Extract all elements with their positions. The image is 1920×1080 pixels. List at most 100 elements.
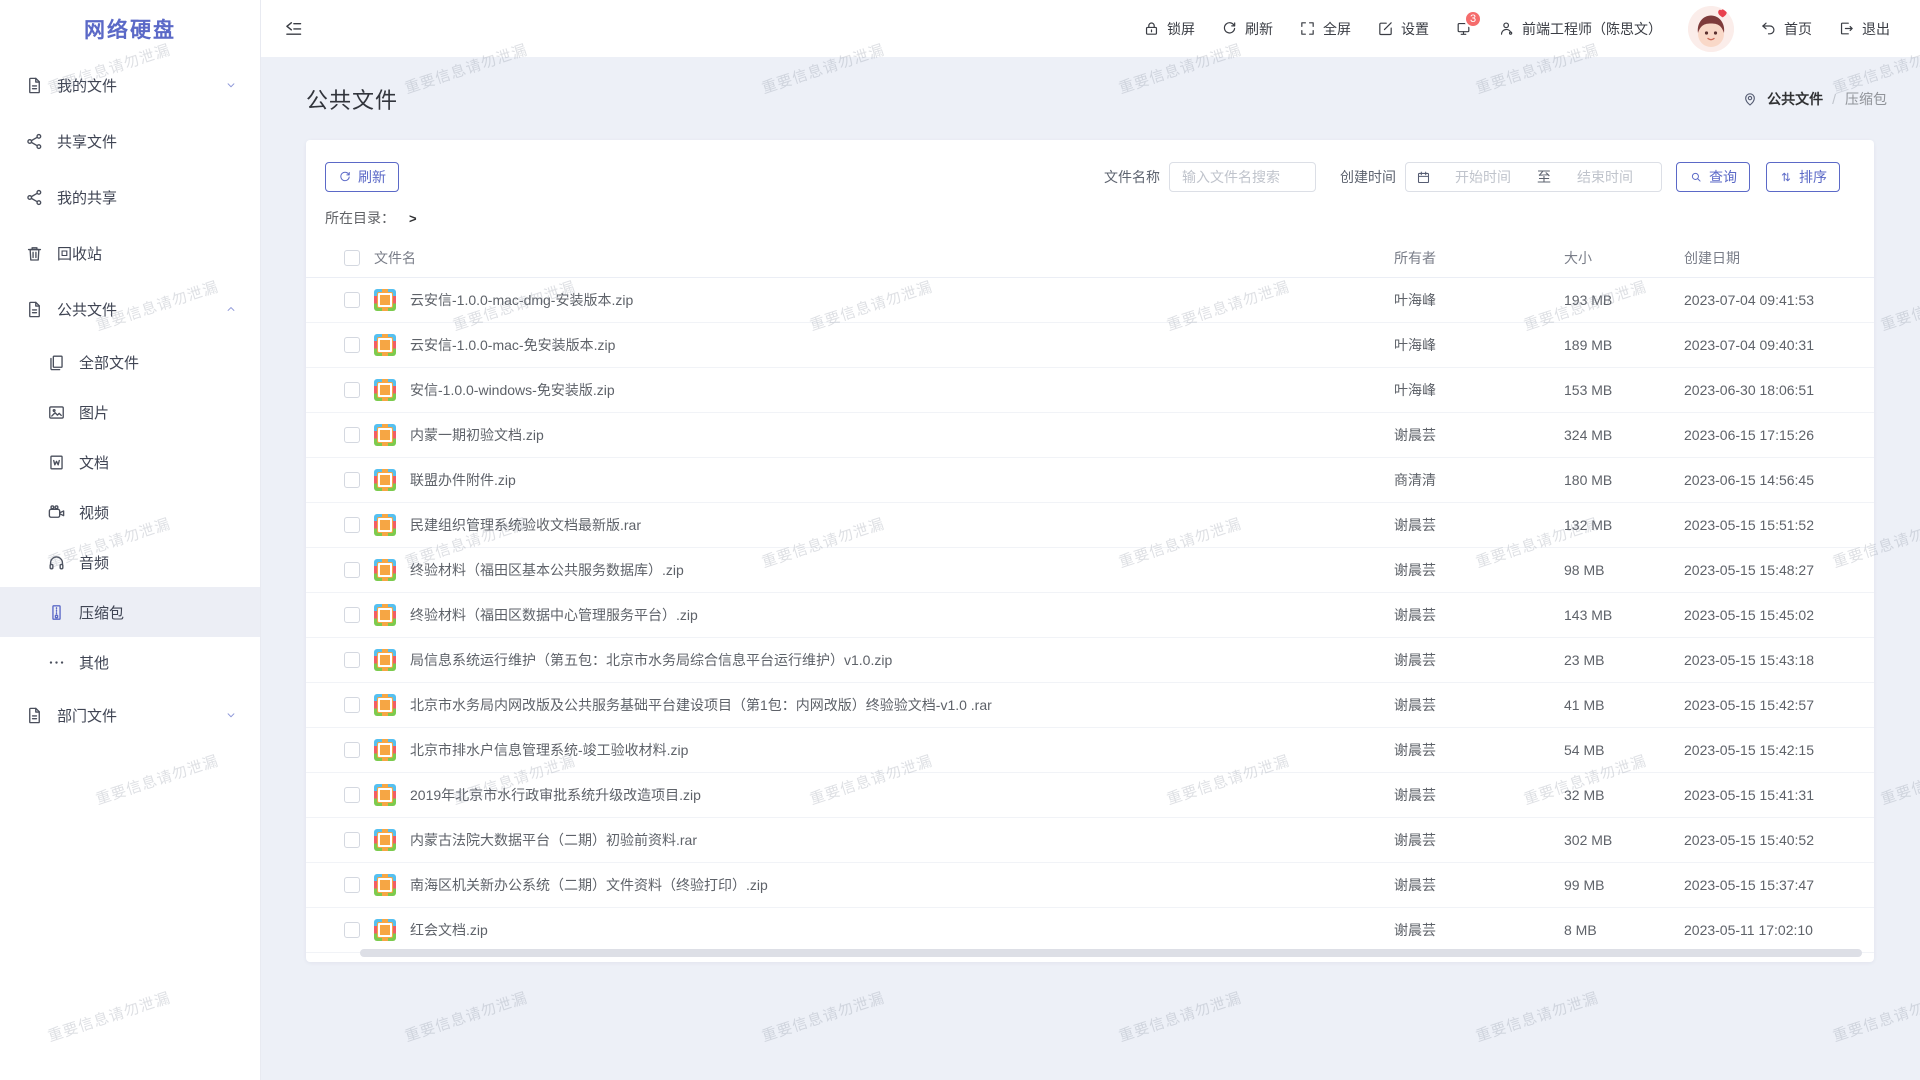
row-checkbox[interactable] — [344, 742, 360, 758]
file-created-date: 2023-06-30 18:06:51 — [1684, 382, 1834, 398]
sidebar-item-others[interactable]: 其他 — [0, 637, 260, 687]
table-row[interactable]: 红会文档.zip谢晨芸8 MB2023-05-11 17:02:10 — [306, 908, 1874, 953]
sort-button[interactable]: 排序 — [1766, 162, 1840, 192]
sidebar-item-label: 我的文件 — [57, 75, 224, 96]
logout-label: 退出 — [1862, 19, 1890, 39]
row-checkbox[interactable] — [344, 877, 360, 893]
file-name[interactable]: 云安信-1.0.0-mac-免安装版本.zip — [410, 335, 1394, 355]
sidebar-collapse-icon[interactable] — [283, 18, 304, 39]
table-row[interactable]: 云安信-1.0.0-mac-免安装版本.zip叶海峰189 MB2023-07-… — [306, 323, 1874, 368]
sidebar-item-my-shares[interactable]: 我的共享 — [0, 169, 260, 225]
sidebar-item-audio[interactable]: 音频 — [0, 537, 260, 587]
table-row[interactable]: 云安信-1.0.0-mac-dmg-安装版本.zip叶海峰193 MB2023-… — [306, 278, 1874, 323]
file-name[interactable]: 终验材料（福田区基本公共服务数据库）.zip — [410, 560, 1394, 580]
sidebar-item-label: 公共文件 — [57, 299, 224, 320]
avatar[interactable] — [1688, 6, 1734, 52]
settings-button[interactable]: 设置 — [1377, 19, 1429, 39]
row-checkbox[interactable] — [344, 607, 360, 623]
row-checkbox[interactable] — [344, 922, 360, 938]
sidebar-item-label: 全部文件 — [79, 352, 238, 373]
sidebar-item-all-files[interactable]: 全部文件 — [0, 337, 260, 387]
row-checkbox[interactable] — [344, 562, 360, 578]
end-date-placeholder[interactable]: 结束时间 — [1559, 167, 1651, 187]
headphones-icon — [47, 553, 66, 572]
fullscreen-icon — [1299, 20, 1316, 37]
file-name[interactable]: 南海区机关新办公系统（二期）文件资料（终验打印）.zip — [410, 875, 1394, 895]
file-name[interactable]: 北京市排水户信息管理系统-竣工验收材料.zip — [410, 740, 1394, 760]
query-button[interactable]: 查询 — [1676, 162, 1750, 192]
table-row[interactable]: 安信-1.0.0-windows-免安装版.zip叶海峰153 MB2023-0… — [306, 368, 1874, 413]
row-checkbox[interactable] — [344, 517, 360, 533]
table-row[interactable]: 南海区机关新办公系统（二期）文件资料（终验打印）.zip谢晨芸99 MB2023… — [306, 863, 1874, 908]
file-owner: 叶海峰 — [1394, 335, 1564, 355]
row-checkbox[interactable] — [344, 832, 360, 848]
sidebar-item-department-files[interactable]: 部门文件 — [0, 687, 260, 743]
table-row[interactable]: 北京市排水户信息管理系统-竣工验收材料.zip谢晨芸54 MB2023-05-1… — [306, 728, 1874, 773]
sidebar-item-public-files[interactable]: 公共文件 — [0, 281, 260, 337]
select-all-checkbox[interactable] — [344, 250, 360, 266]
user-menu[interactable]: 前端工程师（陈思文） — [1498, 19, 1662, 39]
sidebar-item-my-files[interactable]: 我的文件 — [0, 57, 260, 113]
row-checkbox[interactable] — [344, 652, 360, 668]
sidebar-item-documents[interactable]: 文档 — [0, 437, 260, 487]
file-size: 153 MB — [1564, 382, 1684, 398]
table-row[interactable]: 局信息系统运行维护（第五包：北京市水务局综合信息平台运行维护）v1.0.zip谢… — [306, 638, 1874, 683]
trash-icon — [25, 244, 44, 263]
table-row[interactable]: 联盟办件附件.zip商清清180 MB2023-06-15 14:56:45 — [306, 458, 1874, 503]
table-row[interactable]: 终验材料（福田区基本公共服务数据库）.zip谢晨芸98 MB2023-05-15… — [306, 548, 1874, 593]
file-name[interactable]: 联盟办件附件.zip — [410, 470, 1394, 490]
row-checkbox[interactable] — [344, 382, 360, 398]
table-row[interactable]: 内蒙古法院大数据平台（二期）初验前资料.rar谢晨芸302 MB2023-05-… — [306, 818, 1874, 863]
file-size: 99 MB — [1564, 877, 1684, 893]
start-date-placeholder[interactable]: 开始时间 — [1437, 167, 1529, 187]
edit-square-icon — [1377, 20, 1394, 37]
row-checkbox[interactable] — [344, 292, 360, 308]
sidebar-item-shared-files[interactable]: 共享文件 — [0, 113, 260, 169]
row-checkbox[interactable] — [344, 472, 360, 488]
refresh-page-button[interactable]: 刷新 — [1221, 19, 1273, 39]
table-header: 文件名 所有者 大小 创建日期 — [306, 238, 1874, 278]
filename-search-input[interactable] — [1169, 162, 1316, 192]
table-row[interactable]: 2019年北京市水行政审批系统升级改造项目.zip谢晨芸32 MB2023-05… — [306, 773, 1874, 818]
file-name[interactable]: 内蒙一期初验文档.zip — [410, 425, 1394, 445]
row-checkbox[interactable] — [344, 337, 360, 353]
lock-screen-button[interactable]: 锁屏 — [1143, 19, 1195, 39]
file-owner: 谢晨芸 — [1394, 875, 1564, 895]
table-row[interactable]: 内蒙一期初验文档.zip谢晨芸324 MB2023-06-15 17:15:26 — [306, 413, 1874, 458]
sidebar-item-videos[interactable]: 视频 — [0, 487, 260, 537]
breadcrumb-root[interactable]: 公共文件 — [1767, 89, 1823, 109]
table-row[interactable]: 终验材料（福田区数据中心管理服务平台）.zip谢晨芸143 MB2023-05-… — [306, 593, 1874, 638]
row-checkbox[interactable] — [344, 787, 360, 803]
file-name[interactable]: 云安信-1.0.0-mac-dmg-安装版本.zip — [410, 290, 1394, 310]
image-icon — [47, 403, 66, 422]
home-button[interactable]: 首页 — [1760, 19, 1812, 39]
archive-file-icon — [374, 829, 396, 851]
sidebar-item-recycle-bin[interactable]: 回收站 — [0, 225, 260, 281]
row-checkbox[interactable] — [344, 427, 360, 443]
breadcrumb-separator: / — [1832, 91, 1836, 107]
file-name[interactable]: 2019年北京市水行政审批系统升级改造项目.zip — [410, 785, 1394, 805]
sidebar-item-archives[interactable]: 压缩包 — [0, 587, 260, 637]
logout-button[interactable]: 退出 — [1838, 19, 1890, 39]
file-name[interactable]: 内蒙古法院大数据平台（二期）初验前资料.rar — [410, 830, 1394, 850]
table-row[interactable]: 民建组织管理系统验收文档最新版.rar谢晨芸132 MB2023-05-15 1… — [306, 503, 1874, 548]
table-row[interactable]: 北京市水务局内网改版及公共服务基础平台建设项目（第1包：内网改版）终验验文档-v… — [306, 683, 1874, 728]
lock-screen-label: 锁屏 — [1167, 19, 1195, 39]
sidebar-item-images[interactable]: 图片 — [0, 387, 260, 437]
fullscreen-button[interactable]: 全屏 — [1299, 19, 1351, 39]
horizontal-scrollbar[interactable] — [360, 949, 1862, 957]
date-range-picker[interactable]: 开始时间 至 结束时间 — [1405, 162, 1662, 192]
file-name[interactable]: 民建组织管理系统验收文档最新版.rar — [410, 515, 1394, 535]
notifications-button[interactable]: 3 — [1455, 20, 1472, 37]
refresh-list-button[interactable]: 刷新 — [325, 162, 399, 192]
location-pin-icon — [1742, 91, 1758, 107]
file-name[interactable]: 红会文档.zip — [410, 920, 1394, 940]
file-icon — [25, 76, 44, 95]
directory-separator[interactable]: > — [409, 211, 417, 226]
file-name[interactable]: 北京市水务局内网改版及公共服务基础平台建设项目（第1包：内网改版）终验验文档-v… — [410, 695, 1394, 715]
file-name[interactable]: 局信息系统运行维护（第五包：北京市水务局综合信息平台运行维护）v1.0.zip — [410, 650, 1394, 670]
file-name[interactable]: 终验材料（福田区数据中心管理服务平台）.zip — [410, 605, 1394, 625]
row-checkbox[interactable] — [344, 697, 360, 713]
file-created-date: 2023-05-15 15:48:27 — [1684, 562, 1834, 578]
file-name[interactable]: 安信-1.0.0-windows-免安装版.zip — [410, 380, 1394, 400]
